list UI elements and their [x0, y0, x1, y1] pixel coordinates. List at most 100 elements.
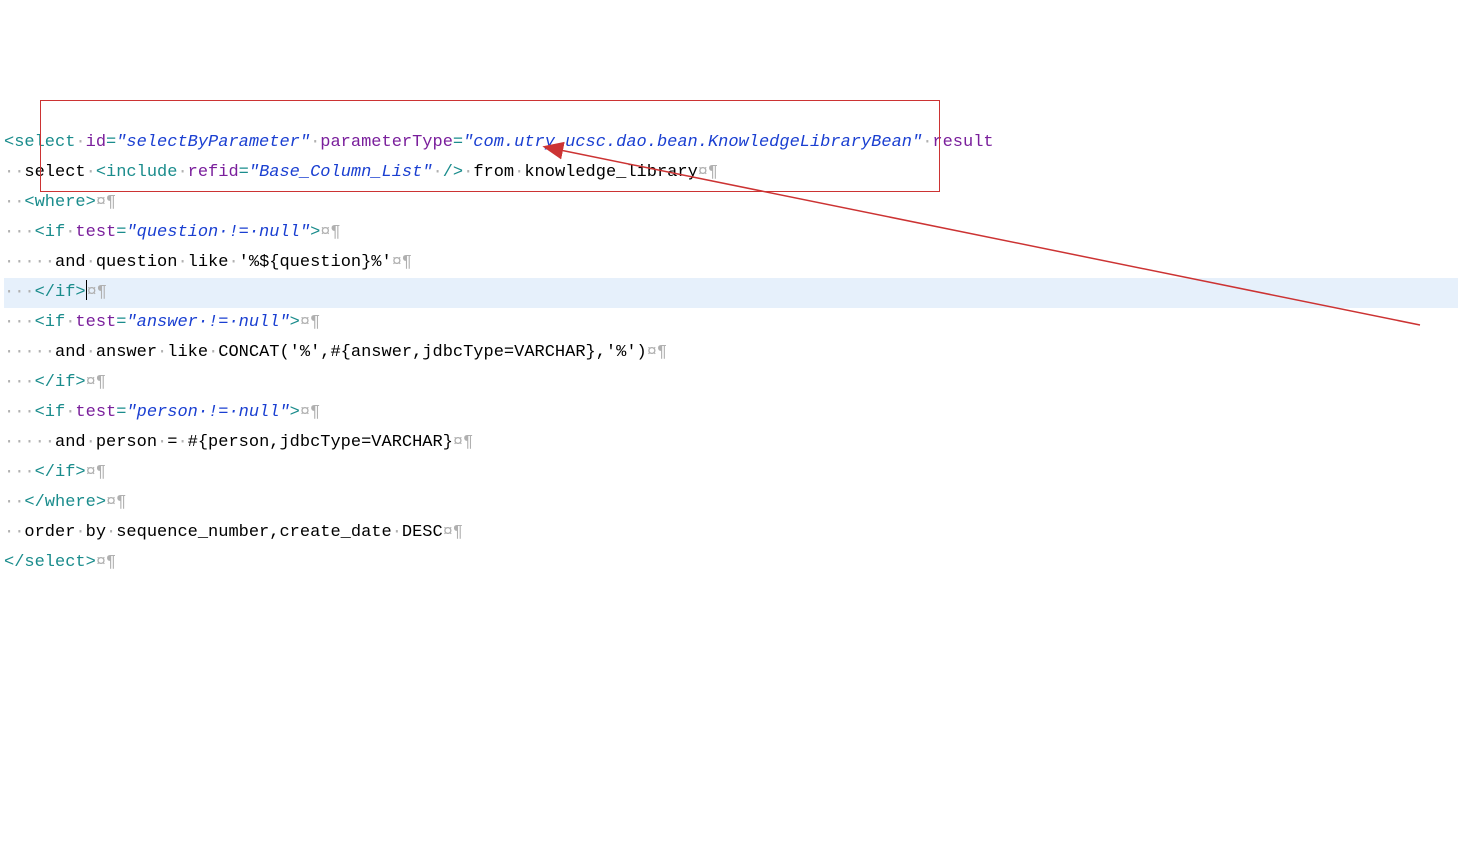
token-ws-dot: ·····: [4, 433, 55, 452]
code-line[interactable]: ··order·by·sequence_number,create_date·D…: [4, 518, 1458, 548]
token-ws-end: ¤¶: [453, 433, 473, 452]
token-ws-dot: ·: [177, 163, 187, 182]
token-txt: answer: [96, 343, 157, 362]
token-ws-dot: ·: [86, 343, 96, 362]
token-attr-value: "selectByParameter": [116, 133, 310, 152]
token-txt: order: [24, 523, 75, 542]
token-txt: and: [55, 343, 86, 362]
token-ws-dot: ···: [4, 403, 35, 422]
token-tag: />: [443, 163, 463, 182]
token-txt: person: [96, 433, 157, 452]
token-ws-dot: ·: [65, 313, 75, 332]
code-line[interactable]: <select·id="selectByParameter"·parameter…: [4, 128, 1458, 158]
token-tag: =: [116, 403, 126, 422]
token-tag: =: [116, 223, 126, 242]
token-ws-dot: ··: [4, 493, 24, 512]
token-txt: like: [188, 253, 229, 272]
token-ws-dot: ·····: [4, 253, 55, 272]
code-line[interactable]: ···<if·test="answer·!=·null">¤¶: [4, 308, 1458, 338]
token-tag: >: [290, 313, 300, 332]
token-tag: </where>: [24, 493, 106, 512]
token-tag: </select>: [4, 553, 96, 572]
token-txt: =: [167, 433, 177, 452]
token-ws-dot: ·: [392, 523, 402, 542]
token-ws-end: ¤¶: [106, 493, 126, 512]
token-ws-end: ¤¶: [698, 163, 718, 182]
code-line[interactable]: </select>¤¶: [4, 548, 1458, 578]
token-txt: question: [96, 253, 178, 272]
code-line[interactable]: ···<if·test="person·!=·null">¤¶: [4, 398, 1458, 428]
token-ws-dot: ·: [177, 253, 187, 272]
token-txt: sequence_number,create_date: [116, 523, 391, 542]
token-ws-dot: ·: [86, 163, 96, 182]
token-ws-end: ¤¶: [96, 193, 116, 212]
token-ws-dot: ·: [514, 163, 524, 182]
token-ws-dot: ···: [4, 223, 35, 242]
code-line[interactable]: ··<where>¤¶: [4, 188, 1458, 218]
token-ws-dot: ··: [4, 523, 24, 542]
token-txt: from: [473, 163, 514, 182]
token-tag: =: [453, 133, 463, 152]
token-txt: and: [55, 433, 86, 452]
code-line[interactable]: ··</where>¤¶: [4, 488, 1458, 518]
code-line[interactable]: ···</if>¤¶: [4, 368, 1458, 398]
token-ws-end: ¤¶: [647, 343, 667, 362]
token-ws-end: ¤¶: [96, 553, 116, 572]
token-tag: =: [106, 133, 116, 152]
code-line[interactable]: ···</if>¤¶: [4, 458, 1458, 488]
code-line[interactable]: ···<if·test="question·!=·null">¤¶: [4, 218, 1458, 248]
token-ws-dot: ·: [157, 343, 167, 362]
token-tag: >: [310, 223, 320, 242]
token-ws-dot: ·····: [4, 343, 55, 362]
token-attr-name: test: [75, 313, 116, 332]
token-attr-value: "answer·!=·null": [126, 313, 289, 332]
token-ws-end: ¤¶: [86, 463, 106, 482]
token-ws-dot: ·: [433, 163, 443, 182]
token-ws-dot: ·: [208, 343, 218, 362]
token-txt: #{person,jdbcType=VARCHAR}: [188, 433, 453, 452]
code-line[interactable]: ·····and·answer·like·CONCAT('%',#{answer…: [4, 338, 1458, 368]
token-tag: </if>: [35, 463, 86, 482]
token-attr-value: "Base_Column_List": [249, 163, 433, 182]
token-txt: by: [86, 523, 106, 542]
token-attr-name: test: [75, 223, 116, 242]
token-ws-dot: ·: [228, 253, 238, 272]
token-ws-dot: ·: [86, 253, 96, 272]
token-tag: >: [290, 403, 300, 422]
token-ws-dot: ·: [86, 433, 96, 452]
code-line[interactable]: ··select·<include·refid="Base_Column_Lis…: [4, 158, 1458, 188]
token-txt: CONCAT('%',#{answer,jdbcType=VARCHAR},'%…: [218, 343, 646, 362]
token-ws-end: ¤¶: [86, 373, 106, 392]
token-ws-end: ¤¶: [300, 313, 320, 332]
token-ws-dot: ·: [177, 433, 187, 452]
token-ws-end: ¤¶: [443, 523, 463, 542]
token-ws-end: ¤¶: [392, 253, 412, 272]
token-ws-dot: ···: [4, 313, 35, 332]
token-tag: <if: [35, 313, 66, 332]
token-ws-dot: ·: [75, 523, 85, 542]
token-tag: </if>: [35, 373, 86, 392]
token-ws-dot: ···: [4, 283, 35, 302]
token-tag: =: [239, 163, 249, 182]
token-ws-dot: ·: [922, 133, 932, 152]
token-attr-name: refid: [188, 163, 239, 182]
code-line[interactable]: ·····and·person·=·#{person,jdbcType=VARC…: [4, 428, 1458, 458]
token-attr-value: "com.utry.ucsc.dao.bean.KnowledgeLibrary…: [463, 133, 922, 152]
token-tag: <if: [35, 223, 66, 242]
token-ws-dot: ·: [463, 163, 473, 182]
token-tag: </if>: [35, 283, 86, 302]
code-line[interactable]: ···</if>¤¶: [4, 278, 1458, 308]
token-ws-dot: ···: [4, 373, 35, 392]
token-ws-dot: ··: [4, 193, 24, 212]
code-editor-content[interactable]: <select·id="selectByParameter"·parameter…: [4, 128, 1458, 578]
token-txt: DESC: [402, 523, 443, 542]
token-ws-dot: ·: [65, 403, 75, 422]
token-txt: like: [167, 343, 208, 362]
token-ws-dot: ·: [65, 223, 75, 242]
token-tag: <include: [96, 163, 178, 182]
token-attr-name: test: [75, 403, 116, 422]
token-ws-dot: ·: [106, 523, 116, 542]
token-tag: <select: [4, 133, 75, 152]
code-line[interactable]: ·····and·question·like·'%${question}%'¤¶: [4, 248, 1458, 278]
token-ws-dot: ·: [157, 433, 167, 452]
